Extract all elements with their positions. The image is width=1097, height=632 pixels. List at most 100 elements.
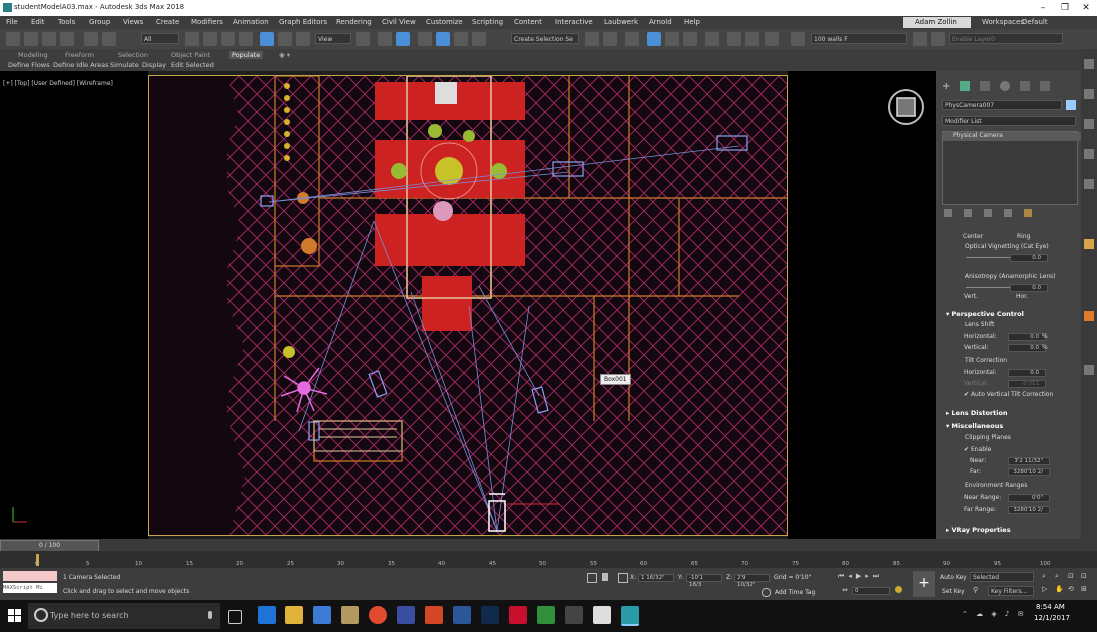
selection-lock-icon[interactable]	[602, 573, 608, 581]
menu-customize[interactable]: Customize	[426, 18, 463, 26]
set-key-button[interactable]: Set Key	[942, 588, 965, 595]
x-coordinate-field[interactable]: 1 16/32"	[638, 574, 674, 582]
undo-icon[interactable]	[6, 32, 20, 46]
viewcube-icon[interactable]	[884, 87, 928, 131]
perspective-control-rollout[interactable]: ▾ Perspective Control	[946, 310, 1024, 318]
key-mode-icon[interactable]: ⇔	[842, 586, 848, 594]
select-move-icon[interactable]	[260, 32, 274, 46]
mail-icon[interactable]	[565, 606, 583, 624]
modifier-stack[interactable]: Physical Camera	[942, 131, 1085, 205]
named-selection-dropdown[interactable]: Create Selection Se	[511, 33, 579, 44]
task-view-icon[interactable]	[228, 610, 242, 624]
create-tab-icon[interactable]: +	[942, 81, 950, 92]
strip-tool-icon[interactable]	[1084, 311, 1094, 321]
menu-group[interactable]: Group	[89, 18, 110, 26]
simulate-button[interactable]: Simulate	[110, 61, 139, 69]
display-button[interactable]: Display	[142, 61, 166, 69]
motion-tab-icon[interactable]	[1000, 81, 1010, 91]
strip-tool-icon[interactable]	[1084, 365, 1094, 375]
viewport-left-margin[interactable]: [+] [Top] [User Defined] [Wireframe]	[0, 71, 148, 539]
user-account[interactable]: Adam Zollin	[903, 17, 971, 28]
media-icon[interactable]	[341, 606, 359, 624]
viewport-label[interactable]: [+] [Top] [User Defined] [Wireframe]	[3, 80, 113, 87]
configure-modifier-sets-icon[interactable]	[1024, 209, 1032, 217]
strip-tool-icon[interactable]	[1084, 59, 1094, 69]
tilt-horizontal-spinner[interactable]: 0.0	[1008, 369, 1046, 377]
window-crossing-icon[interactable]	[239, 32, 253, 46]
3dsmax-taskbar-icon[interactable]	[621, 606, 639, 626]
go-to-start-icon[interactable]: ⏮	[838, 572, 848, 580]
mirror-icon[interactable]	[585, 32, 599, 46]
curve-editor-icon[interactable]	[665, 32, 679, 46]
render-production-icon[interactable]	[765, 32, 779, 46]
material-editor-icon[interactable]	[705, 32, 719, 46]
miscellaneous-rollout[interactable]: ▾ Miscellaneous	[946, 422, 1003, 430]
far-clip-spinner[interactable]: 3280'10 2/	[1008, 468, 1050, 476]
zoom-icon[interactable]: ⌕	[1042, 572, 1046, 581]
maxscript-listener-pink[interactable]	[3, 571, 57, 581]
set-key-big-icon[interactable]: +	[913, 571, 935, 597]
store-icon[interactable]	[313, 606, 331, 624]
enable-checkbox[interactable]: ✔ Enable	[964, 446, 991, 453]
add-time-tag-button[interactable]: Add Time Tag	[775, 589, 815, 596]
hierarchy-tab-icon[interactable]	[980, 81, 990, 91]
frame-ruler[interactable]: 0 5 10 15 20 25 30 35 40 45 50 55 60 65 …	[0, 551, 1097, 568]
schematic-view-icon[interactable]	[683, 32, 697, 46]
select-filter-icon[interactable]	[102, 32, 116, 46]
menu-views[interactable]: Views	[123, 18, 143, 26]
keyboard-shortcut-icon[interactable]	[396, 32, 410, 46]
sketchup-icon[interactable]	[593, 606, 611, 624]
make-unique-icon[interactable]	[984, 209, 992, 217]
display-tab-icon[interactable]	[1020, 81, 1030, 91]
viewport-right-margin[interactable]	[788, 71, 936, 539]
system-tray[interactable]: ⌃ ☁ ◈ ♪ ✉	[962, 610, 1026, 618]
menu-content[interactable]: Content	[514, 18, 542, 26]
select-rotate-icon[interactable]	[278, 32, 292, 46]
near-clip-spinner[interactable]: 3'2 11/32"	[1008, 457, 1050, 465]
layer-explorer-icon[interactable]	[647, 32, 661, 46]
reference-coord-dropdown[interactable]: View	[315, 33, 351, 44]
people-icon[interactable]	[397, 606, 415, 624]
pivot-center-icon[interactable]	[356, 32, 370, 46]
auto-tilt-checkbox[interactable]: ✔ Auto Vertical Tilt Correction	[964, 391, 1053, 398]
key-filters-button[interactable]: Key Filters...	[988, 586, 1034, 596]
show-end-result-icon[interactable]	[964, 209, 972, 217]
edit-selected-button[interactable]: Edit Selected	[171, 61, 214, 69]
select-manipulate-icon[interactable]	[378, 32, 392, 46]
maximize-button[interactable]: ❐	[1055, 2, 1075, 14]
redo-icon[interactable]	[24, 32, 38, 46]
vignetting-spinner[interactable]: 0.0	[1010, 254, 1048, 262]
unlink-icon[interactable]	[60, 32, 74, 46]
word-icon[interactable]	[453, 606, 471, 624]
strip-tool-icon[interactable]	[1084, 119, 1094, 129]
auto-key-button[interactable]: Auto Key	[940, 574, 967, 581]
menu-file[interactable]: File	[6, 18, 18, 26]
strip-tool-icon[interactable]	[1084, 149, 1094, 159]
zoom-extents-all-icon[interactable]: ⊡	[1081, 572, 1087, 580]
camtasia-icon[interactable]	[537, 606, 555, 624]
strip-tool-icon[interactable]	[1084, 179, 1094, 189]
remove-modifier-icon[interactable]	[1004, 209, 1012, 217]
menu-animation[interactable]: Animation	[233, 18, 269, 26]
modifier-list-dropdown[interactable]: Modifier List	[942, 116, 1076, 126]
time-slider[interactable]: 0 / 100	[0, 539, 1097, 552]
define-idle-areas-button[interactable]: Define Idle Areas	[53, 61, 109, 69]
time-tag-icon[interactable]	[762, 588, 771, 597]
lens-shift-vertical-spinner[interactable]: 0.0	[1008, 344, 1046, 352]
isolate-selection-icon[interactable]	[587, 573, 597, 583]
menu-arnold[interactable]: Arnold	[649, 18, 672, 26]
link-icon[interactable]	[42, 32, 56, 46]
strip-tool-icon[interactable]	[1084, 239, 1094, 249]
absolute-mode-icon[interactable]	[618, 573, 628, 583]
file-explorer-icon[interactable]	[285, 606, 303, 624]
menu-civil-view[interactable]: Civil View	[382, 18, 416, 26]
menu-rendering[interactable]: Rendering	[336, 18, 372, 26]
field-of-view-icon[interactable]: ▷	[1042, 585, 1047, 593]
rendered-frame-window-icon[interactable]	[745, 32, 759, 46]
spinner-snap-icon[interactable]	[472, 32, 486, 46]
close-button[interactable]: ✕	[1076, 2, 1096, 14]
menu-help[interactable]: Help	[684, 18, 700, 26]
key-selection-dropdown[interactable]: Selected	[970, 572, 1034, 582]
select-by-name-icon[interactable]	[203, 32, 217, 46]
menu-graph-editors[interactable]: Graph Editors	[279, 18, 327, 26]
